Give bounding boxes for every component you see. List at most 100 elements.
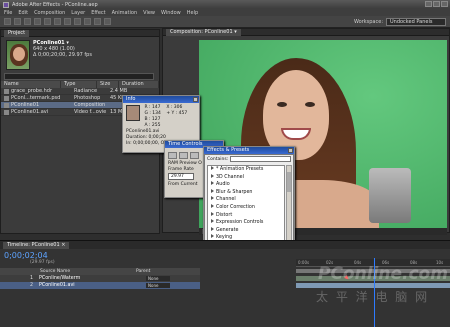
effects-search: Contains: xyxy=(205,155,293,163)
tab-composition[interactable]: Composition: PConline01 ▾ xyxy=(166,28,241,36)
disclosure-icon xyxy=(211,173,214,178)
close-icon[interactable] xyxy=(288,148,293,153)
menu-animation[interactable]: Animation xyxy=(112,10,138,16)
current-timecode[interactable]: 0;00;02;04 xyxy=(4,251,48,260)
list-item[interactable]: Expression Controls xyxy=(208,219,284,227)
project-search-input[interactable] xyxy=(4,73,154,80)
effect-label: Channel xyxy=(216,197,236,203)
pen-tool-icon[interactable] xyxy=(64,18,71,25)
col-parent[interactable]: Parent xyxy=(136,269,150,274)
list-item[interactable]: grace_probe.hdr Radiance 2.4 MB xyxy=(1,88,159,95)
disclosure-icon xyxy=(211,219,214,224)
camera-tool-icon[interactable] xyxy=(44,18,51,25)
close-icon[interactable] xyxy=(193,97,198,102)
workspace-dropdown[interactable]: Undocked Panels xyxy=(386,18,446,26)
project-columns: Name Type Size Duration xyxy=(1,81,159,88)
menu-file[interactable]: File xyxy=(4,10,12,16)
effect-label: Audio xyxy=(216,182,230,188)
watermark-text: PConline.com xyxy=(318,264,448,284)
selected-item-duration: Δ 0;00;20;00, 29.97 fps xyxy=(33,52,92,58)
effects-title-text: Effects & Presets xyxy=(207,147,250,153)
play-icon[interactable] xyxy=(179,152,188,159)
info-values: R : 147 G : 134 B : 127 A : 255 xyxy=(144,105,160,129)
pan-behind-tool-icon[interactable] xyxy=(54,18,61,25)
disclosure-icon xyxy=(211,188,214,193)
tab-project[interactable]: Project xyxy=(4,29,30,37)
effect-label: Generate xyxy=(216,227,239,233)
list-item[interactable]: Channel xyxy=(208,196,284,204)
item-name: PConline01 xyxy=(11,102,40,108)
parent-dropdown[interactable]: None xyxy=(146,276,170,281)
list-item[interactable]: * Animation Presets xyxy=(208,166,284,174)
list-item[interactable]: Color Correction xyxy=(208,203,284,212)
col-duration[interactable]: Duration xyxy=(119,81,159,88)
time-controls-title-text: Time Controls xyxy=(168,141,203,147)
list-item[interactable]: Generate xyxy=(208,226,284,235)
effect-label: Blur & Sharpen xyxy=(216,189,253,195)
hand-tool-icon[interactable] xyxy=(14,18,21,25)
item-name: grace_probe.hdr xyxy=(11,88,53,94)
minimize-icon[interactable] xyxy=(425,1,432,7)
menu-window[interactable]: Window xyxy=(161,10,181,16)
layer-row[interactable]: 1 PConline/Waterm None xyxy=(0,275,200,282)
project-thumbnail xyxy=(6,40,30,70)
info-y: + Y : 457 xyxy=(166,111,188,116)
after-effects-icon xyxy=(3,1,9,8)
zoom-tool-icon[interactable] xyxy=(24,18,31,25)
composition-icon xyxy=(4,102,9,108)
watermark-text-cn: 太 平 洋 电 脑 网 xyxy=(316,290,430,304)
item-type: Composition xyxy=(74,102,106,108)
list-item[interactable]: Blur & Sharpen xyxy=(208,188,284,197)
effect-label: Expression Controls xyxy=(216,220,264,226)
maximize-icon[interactable] xyxy=(433,1,440,7)
project-tabbar: Project xyxy=(1,29,159,37)
menu-edit[interactable]: Edit xyxy=(18,10,28,16)
first-frame-icon[interactable] xyxy=(168,152,177,159)
window-buttons xyxy=(425,1,448,7)
layer-name: PConline/Waterm xyxy=(39,276,81,281)
parent-dropdown[interactable]: None xyxy=(146,283,170,288)
info-coords: X : 306 + Y : 457 xyxy=(166,105,187,117)
frame-rate-field[interactable]: 29.97 xyxy=(168,173,194,180)
app-window: Adobe After Effects - PConline.aep File … xyxy=(0,0,450,327)
menu-layer[interactable]: Layer xyxy=(71,10,85,16)
layer-number: 1 xyxy=(30,276,34,281)
item-size: 2.4 MB xyxy=(110,88,128,94)
project-item-info: PConline01 ▾ 640 x 480 (1.00) Δ 0;00;20;… xyxy=(33,40,92,58)
disclosure-icon xyxy=(211,234,214,239)
tab-timeline[interactable]: Timeline: PConline01 × xyxy=(3,241,70,249)
text-tool-icon[interactable] xyxy=(74,18,81,25)
brush-tool-icon[interactable] xyxy=(84,18,91,25)
effect-label: Distort xyxy=(216,212,233,218)
stamp-tool-icon[interactable] xyxy=(94,18,101,25)
eraser-tool-icon[interactable] xyxy=(104,18,111,25)
effects-search-input[interactable] xyxy=(230,156,291,162)
menu-help[interactable]: Help xyxy=(187,10,198,16)
disclosure-icon xyxy=(211,166,214,170)
menu-view[interactable]: View xyxy=(143,10,155,16)
col-type[interactable]: Type xyxy=(61,81,97,88)
timeline-tabbar: Timeline: PConline01 × xyxy=(0,241,450,249)
color-swatch xyxy=(126,105,140,121)
scrollbar-thumb[interactable] xyxy=(287,172,291,192)
col-size[interactable]: Size xyxy=(97,81,119,88)
layer-row[interactable]: 2 PConline01.avi None xyxy=(0,282,200,289)
col-source-name[interactable]: Source Name xyxy=(40,269,130,274)
layer-columns: Source Name Parent xyxy=(0,268,200,275)
contains-label: Contains: xyxy=(207,156,229,162)
workspace-label: Workspace: xyxy=(353,19,383,25)
next-frame-icon[interactable] xyxy=(190,152,199,159)
menu-composition[interactable]: Composition xyxy=(34,10,65,16)
item-name: PConl...termark.psd xyxy=(11,95,61,101)
rotate-tool-icon[interactable] xyxy=(34,18,41,25)
list-item[interactable]: Distort xyxy=(208,211,284,220)
menu-effect[interactable]: Effect xyxy=(91,10,105,16)
close-icon[interactable] xyxy=(441,1,448,7)
workspace-selector: Workspace: Undocked Panels xyxy=(354,18,446,26)
list-item[interactable]: Audio xyxy=(208,181,284,189)
disclosure-icon xyxy=(211,196,214,201)
col-name[interactable]: Name xyxy=(1,81,61,88)
list-item[interactable]: 3D Channel xyxy=(208,173,284,182)
selection-tool-icon[interactable] xyxy=(4,18,11,25)
disclosure-icon xyxy=(211,226,214,231)
